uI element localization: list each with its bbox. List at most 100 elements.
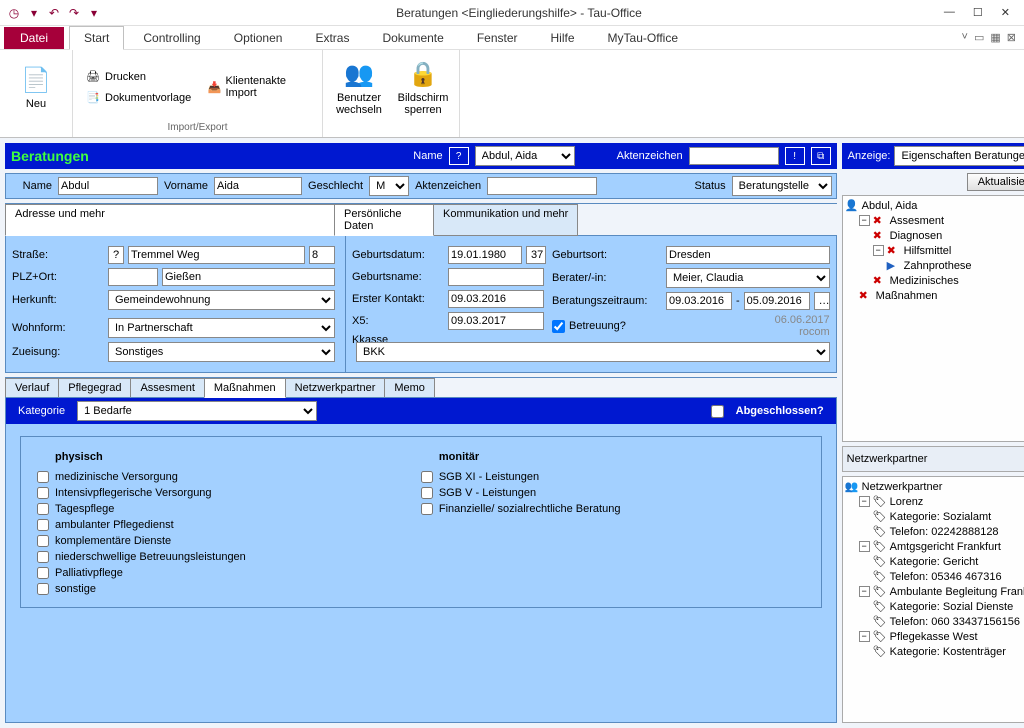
status-combo[interactable]: Beratungstelle <box>732 176 832 196</box>
toggle-icon[interactable]: − <box>859 496 870 507</box>
tab-adresse[interactable]: Adresse und mehr <box>5 204 335 236</box>
phys-checkbox[interactable] <box>37 583 49 595</box>
tab-massnahmen[interactable]: Maßnahmen <box>204 378 286 398</box>
tab-memo[interactable]: Memo <box>384 378 435 398</box>
geburtsdatum-input[interactable] <box>448 246 522 264</box>
qat-dropdown-icon[interactable]: ▾ <box>86 5 102 21</box>
qat-redo-icon[interactable]: ↷ <box>66 5 82 21</box>
group-icon: 👥 <box>845 480 859 493</box>
klientenakte-import-button[interactable]: 📥Klientenakte Import <box>205 74 312 100</box>
benutzer-wechseln-button[interactable]: 👥 Benutzer wechseln <box>329 52 389 122</box>
bildschirm-sperren-button[interactable]: 🔒 Bildschirm sperren <box>393 52 453 122</box>
mon-checkbox[interactable] <box>421 503 433 515</box>
zeitraum-bis-input[interactable] <box>744 292 810 310</box>
tab-controlling[interactable]: Controlling <box>129 27 214 49</box>
zueisung-combo[interactable]: Sonstiges <box>108 342 335 362</box>
tab-hilfe[interactable]: Hilfe <box>537 27 589 49</box>
ort-input[interactable] <box>162 268 335 286</box>
tab-pflegegrad[interactable]: Pflegegrad <box>58 378 131 398</box>
akten-input[interactable] <box>487 177 597 195</box>
netz-item[interactable]: Pflegekasse West <box>890 631 978 643</box>
tab-fenster[interactable]: Fenster <box>463 27 532 49</box>
tab-dokumente[interactable]: Dokumente <box>368 27 457 49</box>
geburtsname-input[interactable] <box>448 268 544 286</box>
plz-input[interactable] <box>108 268 158 286</box>
win-tiles-icon[interactable]: ▦ <box>990 31 1000 44</box>
akten-warn-button[interactable]: ! <box>785 147 805 165</box>
col-physisch: physisch <box>37 447 421 469</box>
aktualisieren-button[interactable]: Aktualisieren <box>967 173 1024 191</box>
zeitraum-more-button[interactable]: … <box>814 292 830 310</box>
qat-undo-icon[interactable]: ↶ <box>46 5 62 21</box>
mon-checkbox[interactable] <box>421 471 433 483</box>
phys-checkbox[interactable] <box>37 487 49 499</box>
person-panel: Name Vorname Geschlecht M Aktenzeichen S… <box>5 173 837 199</box>
tab-netzwerkpartner[interactable]: Netzwerkpartner <box>285 378 386 398</box>
drucken-button[interactable]: 🖨Drucken <box>83 68 193 86</box>
phys-checkbox[interactable] <box>37 471 49 483</box>
minimize-icon[interactable]: — <box>944 6 955 19</box>
tab-optionen[interactable]: Optionen <box>220 27 297 49</box>
qat-save-icon[interactable]: ▾ <box>26 5 42 21</box>
berater-combo[interactable]: Meier, Claudia <box>666 268 830 288</box>
hausnr-input[interactable] <box>309 246 335 264</box>
netz-item[interactable]: Lorenz <box>890 496 924 508</box>
geschlecht-combo[interactable]: M <box>369 176 409 196</box>
x-icon: ✖ <box>887 244 901 257</box>
herkunft-combo[interactable]: Gemeindewohnung <box>108 290 335 310</box>
betreuung-checkbox[interactable] <box>552 320 565 333</box>
maximize-icon[interactable]: ☐ <box>973 6 983 19</box>
phys-checkbox[interactable] <box>37 503 49 515</box>
beratungen-header: Beratungen Name ? Abdul, Aida Aktenzeich… <box>5 143 837 169</box>
name-input[interactable] <box>58 177 158 195</box>
netz-item[interactable]: Ambulante Begleitung Frankfurt <box>890 586 1024 598</box>
template-icon: 📑 <box>85 90 101 106</box>
kategorie-combo[interactable]: 1 Bedarfe <box>77 401 317 421</box>
name-help-button[interactable]: ? <box>449 147 469 165</box>
dokumentvorlage-button[interactable]: 📑Dokumentvorlage <box>83 89 193 107</box>
ribbon-min-icon[interactable]: ˅ <box>962 31 968 44</box>
anzeige-combo[interactable]: Eigenschaften Beratungen <box>894 146 1024 166</box>
phys-checkbox[interactable] <box>37 519 49 531</box>
person-icon: 👤 <box>845 199 859 212</box>
close-icon[interactable]: ✕ <box>1001 6 1010 19</box>
tab-kommunikation[interactable]: Kommunikation und mehr <box>433 204 578 236</box>
mon-label: SGB V - Leistungen <box>439 487 536 499</box>
netz-item[interactable]: Amtgsgericht Frankfurt <box>890 541 1001 553</box>
phys-checkbox[interactable] <box>37 535 49 547</box>
strasse-help-button[interactable]: ? <box>108 246 124 264</box>
toggle-icon[interactable]: − <box>873 245 884 256</box>
toggle-icon[interactable]: − <box>859 541 870 552</box>
zeitraum-von-input[interactable] <box>666 292 732 310</box>
phys-checkbox[interactable] <box>37 551 49 563</box>
toggle-icon[interactable]: − <box>859 215 870 226</box>
tab-start[interactable]: Start <box>69 26 124 50</box>
x-icon: ✖ <box>859 289 873 302</box>
tab-extras[interactable]: Extras <box>301 27 363 49</box>
tab-assesment[interactable]: Assesment <box>130 378 204 398</box>
x5-input[interactable] <box>448 312 544 330</box>
tab-verlauf[interactable]: Verlauf <box>5 378 59 398</box>
strasse-input[interactable] <box>128 246 305 264</box>
tab-persdaten[interactable]: Persönliche Daten <box>334 204 434 236</box>
phys-label: Palliativpflege <box>55 567 123 579</box>
phys-checkbox[interactable] <box>37 567 49 579</box>
mon-checkbox[interactable] <box>421 487 433 499</box>
win-restore-icon[interactable]: ▭ <box>974 31 984 44</box>
wohnform-combo[interactable]: In Partnerschaft <box>108 318 335 338</box>
toggle-icon[interactable]: − <box>859 586 870 597</box>
erster-kontakt-input[interactable] <box>448 290 544 308</box>
org-button[interactable]: ⧉ <box>811 147 831 165</box>
geburtsort-input[interactable] <box>666 246 830 264</box>
file-tab[interactable]: Datei <box>4 27 64 49</box>
tab-mytau[interactable]: MyTau-Office <box>594 27 692 49</box>
org-icon: 🏷 <box>873 540 887 553</box>
win-close2-icon[interactable]: ⊠ <box>1007 31 1016 44</box>
abgeschlossen-checkbox[interactable] <box>711 405 724 418</box>
kkasse-combo[interactable]: BKK <box>356 342 830 362</box>
neu-button[interactable]: 📄 Neu <box>6 52 66 122</box>
header-akten-input[interactable] <box>689 147 779 165</box>
vorname-input[interactable] <box>214 177 302 195</box>
toggle-icon[interactable]: − <box>859 631 870 642</box>
header-name-combo[interactable]: Abdul, Aida <box>475 146 575 166</box>
